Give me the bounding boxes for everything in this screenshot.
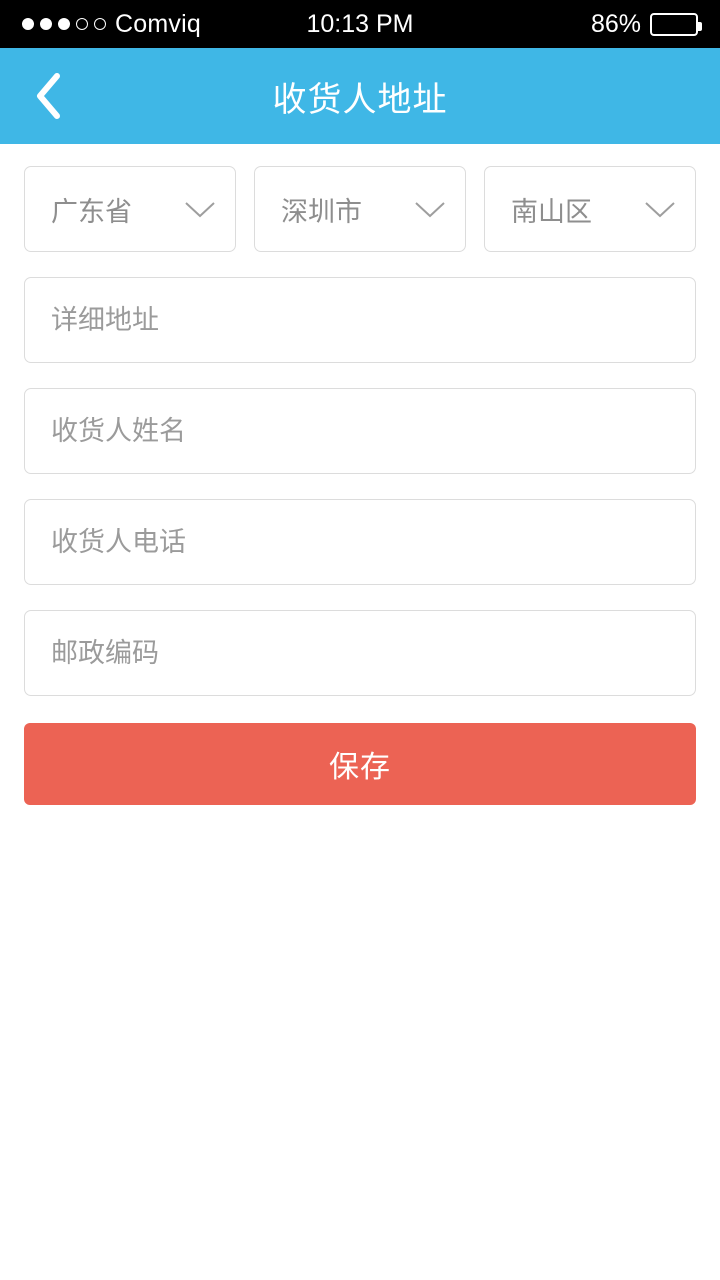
recipient-name-input[interactable] — [51, 415, 669, 447]
chevron-down-icon — [645, 202, 675, 218]
chevron-down-icon — [185, 202, 215, 218]
page-title: 收货人地址 — [272, 80, 448, 119]
signal-dot-5 — [94, 18, 106, 30]
address-form: 广东省 深圳市 南山区 详细地址 收货人姓名 收货人电话 邮政编码 保存 — [0, 144, 720, 805]
province-select[interactable]: 广东省 — [24, 166, 236, 252]
region-select-row: 广东省 深圳市 南山区 — [24, 144, 696, 252]
city-select-value: 深圳市 — [281, 196, 362, 227]
battery-nub — [698, 21, 702, 31]
battery-percentage: 86% — [590, 9, 641, 38]
city-select[interactable]: 深圳市 — [254, 166, 466, 252]
postal-code-field[interactable] — [24, 610, 696, 696]
district-select-value: 南山区 — [511, 196, 592, 227]
district-select[interactable]: 南山区 — [484, 166, 696, 252]
phone-screen: Comviq 10:13 PM 86% 收货人地址 广东省 深圳市 南山区 详细… — [0, 0, 720, 1280]
signal-dot-1 — [22, 18, 34, 30]
status-bar-left: Comviq — [22, 10, 201, 39]
signal-dot-4 — [76, 18, 88, 30]
province-select-value: 广东省 — [51, 196, 132, 227]
chevron-left-icon — [37, 73, 60, 119]
back-button[interactable] — [12, 48, 84, 144]
battery-icon — [650, 12, 702, 36]
status-bar: Comviq 10:13 PM 86% — [0, 0, 720, 48]
postal-code-input[interactable] — [51, 637, 669, 669]
signal-dot-2 — [40, 18, 52, 30]
save-button[interactable]: 保存 — [24, 723, 696, 805]
detail-address-input[interactable] — [51, 304, 669, 336]
status-bar-right: 86% — [590, 9, 702, 39]
recipient-name-field[interactable] — [24, 388, 696, 474]
nav-header: 收货人地址 — [0, 48, 720, 144]
signal-dot-3 — [58, 18, 70, 30]
carrier-name: Comviq — [115, 9, 201, 38]
chevron-down-icon — [415, 202, 445, 218]
signal-strength-icon — [22, 18, 106, 30]
detail-address-field[interactable] — [24, 277, 696, 363]
recipient-phone-input[interactable] — [51, 526, 669, 558]
recipient-phone-field[interactable] — [24, 499, 696, 585]
